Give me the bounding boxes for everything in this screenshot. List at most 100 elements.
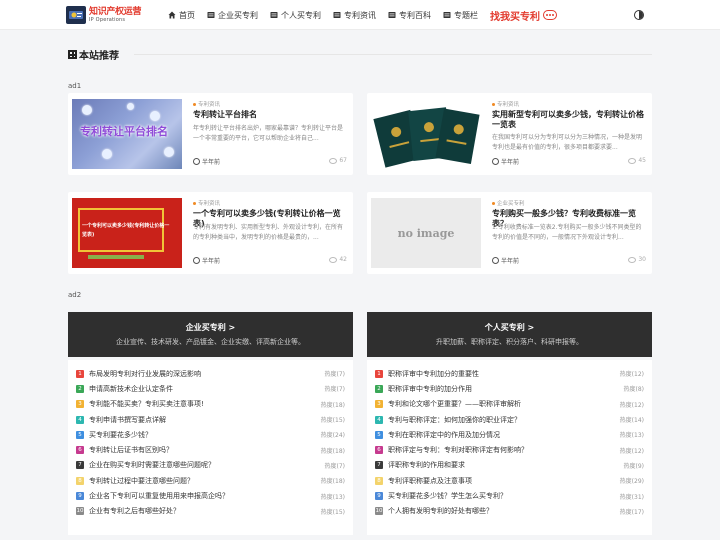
list-item[interactable]: 9 买专利要花多少钱？学生怎么买专利？ 热度(31) [375,488,644,503]
nav-item-personal[interactable]: 个人买专利 [270,10,321,21]
list-item-title[interactable]: 职称评审中专利加分的重要性 [388,369,616,379]
post-views: 45 [628,157,646,164]
list-item-title[interactable]: 企业有专利之后有哪些好处？ [89,506,317,516]
post-title[interactable]: 实用新型专利可以卖多少钱，专利转让价格一览表 [492,110,644,130]
post-excerpt: 年专利转让平台排名出炉，哪家最靠谱？专利转让平台是一个非常重要的平台，它可以帮助… [193,125,344,142]
list-item[interactable]: 6 职称评定与专利：专利对职称评定有何影响？ 热度(12) [375,442,644,457]
post-title[interactable]: 专利转让平台排名 [193,110,345,120]
rank-badge: 7 [375,461,383,470]
rank-badge: 8 [375,476,383,485]
list-item[interactable]: 6 专利转让后证书有区别吗？ 热度(18) [76,442,345,457]
list-item-title[interactable]: 专利能不能买卖？专利买卖注意事项! [89,399,317,409]
list-item-heat: 热度(12) [619,401,644,409]
post-card[interactable]: 专利转让平台排名 专利资讯 专利转让平台排名 年专利转让平台排名出炉，哪家最靠谱… [68,93,353,175]
list-item-title[interactable]: 布局发明专利对行业发展的深远影响 [89,369,321,379]
list-item[interactable]: 4 专利申请书撰写要点详解 热度(15) [76,412,345,427]
menu-icon [443,12,451,18]
list-item[interactable]: 3 专利和论文哪个更重要？——职称评审解析 热度(12) [375,397,644,412]
logo-icon [66,6,86,24]
post-thumbnail[interactable]: no image [371,198,481,268]
list-item-title[interactable]: 企业名下专利可以重复使用用来申报高企吗？ [89,491,317,501]
list-item-title[interactable]: 专利转让过程中要注意哪些问题？ [89,476,317,486]
category-head-enterprise[interactable]: 企业买专利 > 企业宣传、技术研发、产品镀金、企业实缴、评高新企业等。 [68,312,353,357]
list-item[interactable]: 5 买专利要花多少钱？ 热度(24) [76,427,345,442]
chat-bubble-icon [543,10,557,20]
list-item-title[interactable]: 专利在职称评定中的作用及加分情况 [388,430,616,440]
nav-item-buy-patent[interactable]: 找我买专利 [490,8,557,23]
list-item-title[interactable]: 职称评审中专利的加分作用 [388,384,620,394]
nav-item-label: 专利百科 [399,10,431,20]
main-nav: 首页 企业买专利 个人买专利 专利资讯 专利百科 专题栏 找我买专利 [168,0,557,30]
nav-item-wiki[interactable]: 专利百科 [388,10,431,21]
post-category[interactable]: 专利资讯 [492,100,519,108]
nav-item-home[interactable]: 首页 [168,10,195,21]
list-item-heat: 热度(13) [619,432,644,440]
post-category[interactable]: 企业买专利 [492,199,525,207]
list-item[interactable]: 8 专利转让过程中要注意哪些问题？ 热度(18) [76,473,345,488]
list-item-title[interactable]: 申请高新技术企业认定条件 [89,384,321,394]
list-item-title[interactable]: 买专利要花多少钱？ [89,430,317,440]
nav-item-news[interactable]: 专利资讯 [333,10,376,21]
list-item-title[interactable]: 专利与职称评定：如何加强你的职业评定？ [388,415,616,425]
list-item-title[interactable]: 专利申请书撰写要点详解 [89,415,317,425]
theme-toggle-icon[interactable] [634,10,644,20]
list-item-title[interactable]: 买专利要花多少钱？学生怎么买专利？ [388,491,616,501]
post-card[interactable]: 一个专利可以卖多少钱(专利转让价格一览表) 专利资讯 一个专利可以卖多少钱(专利… [68,192,353,274]
rank-badge: 10 [375,507,383,516]
home-icon [168,11,176,19]
list-item[interactable]: 9 企业名下专利可以重复使用用来申报高企吗？ 热度(13) [76,488,345,503]
post-thumbnail[interactable]: 专利转让平台排名 [72,99,182,169]
list-item[interactable]: 1 布局发明专利对行业发展的深远影响 热度(7) [76,366,345,381]
list-item-title[interactable]: 个人拥有发明专利的好处有哪些？ [388,506,616,516]
list-item[interactable]: 4 专利与职称评定：如何加强你的职业评定？ 热度(14) [375,412,644,427]
list-item-heat: 热度(13) [320,493,345,501]
list-item-title[interactable]: 评职称专利的作用和要求 [388,460,620,470]
post-category[interactable]: 专利资讯 [193,199,220,207]
section-title-text: 本站推荐 [79,51,119,62]
category-list-personal: 1 职称评审中专利加分的重要性 热度(12) 2 职称评审中专利的加分作用 热度(8) 3 专… [367,360,652,535]
nav-item-topics[interactable]: 专题栏 [443,10,478,21]
list-item[interactable]: 2 职称评审中专利的加分作用 热度(8) [375,381,644,396]
post-thumbnail[interactable]: 一个专利可以卖多少钱(专利转让价格一览表) [72,198,182,268]
list-item[interactable]: 3 专利能不能买卖？专利买卖注意事项! 热度(18) [76,397,345,412]
list-item[interactable]: 7 企业在购买专利时需要注意哪些问题呢？ 热度(7) [76,458,345,473]
list-item-heat: 热度(18) [320,478,345,486]
category-description: 企业宣传、技术研发、产品镀金、企业实缴、评高新企业等。 [116,338,305,346]
category-title[interactable]: 个人买专利 > [367,322,652,333]
rank-badge: 4 [76,415,84,424]
list-item-title[interactable]: 专利转让后证书有区别吗？ [89,445,317,455]
list-item[interactable]: 10 企业有专利之后有哪些好处？ 热度(15) [76,504,345,519]
site-logo[interactable]: 知识产权运营 IP Operations [66,5,142,25]
category-list-enterprise: 1 布局发明专利对行业发展的深远影响 热度(7) 2 申请高新技术企业认定条件 热度(7)… [68,360,353,535]
list-item-title[interactable]: 专利评职称要点及注意事项 [388,476,616,486]
category-head-personal[interactable]: 个人买专利 > 升职加薪、职称评定、积分落户、科研申报等。 [367,312,652,357]
post-excerpt: 专利有发明专利、实用新型专利、外观设计专利，在所有的专利种类当中，发明专利的价格… [193,224,344,241]
nav-item-label: 专题栏 [454,10,478,20]
list-item-title[interactable]: 企业在购买专利时需要注意哪些问题呢？ [89,460,321,470]
list-item-title[interactable]: 职称评定与专利：专利对职称评定有何影响？ [388,445,616,455]
post-card[interactable]: 专利资讯 实用新型专利可以卖多少钱，专利转让价格一览表 在我国专利可以分为专利可… [367,93,652,175]
list-item[interactable]: 8 专利评职称要点及注意事项 热度(29) [375,473,644,488]
list-item[interactable]: 7 评职称专利的作用和要求 热度(9) [375,458,644,473]
list-item[interactable]: 10 个人拥有发明专利的好处有哪些？ 热度(17) [375,504,644,519]
certificate-books-image [373,107,480,168]
category-description: 升职加薪、职称评定、积分落户、科研申报等。 [436,338,583,346]
category-title[interactable]: 企业买专利 > [68,322,353,333]
logo-subtitle: IP Operations [89,16,126,23]
post-thumbnail[interactable] [371,99,481,169]
nav-item-enterprise[interactable]: 企业买专利 [207,10,258,21]
rank-badge: 1 [375,369,383,378]
list-item[interactable]: 2 申请高新技术企业认定条件 热度(7) [76,381,345,396]
list-item-heat: 热度(31) [619,493,644,501]
post-card[interactable]: no image 企业买专利 专利购买一般多少钱？专利收费标准一览表？ 1.专利… [367,192,652,274]
list-item[interactable]: 5 专利在职称评定中的作用及加分情况 热度(13) [375,427,644,442]
list-item-heat: 热度(12) [619,371,644,379]
rank-badge: 7 [76,461,84,470]
list-item-title[interactable]: 专利和论文哪个更重要？——职称评审解析 [388,399,616,409]
rank-badge: 5 [375,430,383,439]
post-category[interactable]: 专利资讯 [193,100,220,108]
list-item-heat: 热度(18) [320,401,345,409]
list-item[interactable]: 1 职称评审中专利加分的重要性 热度(12) [375,366,644,381]
post-date: 半年前 [492,157,519,166]
nav-item-label: 个人买专利 [281,10,321,20]
